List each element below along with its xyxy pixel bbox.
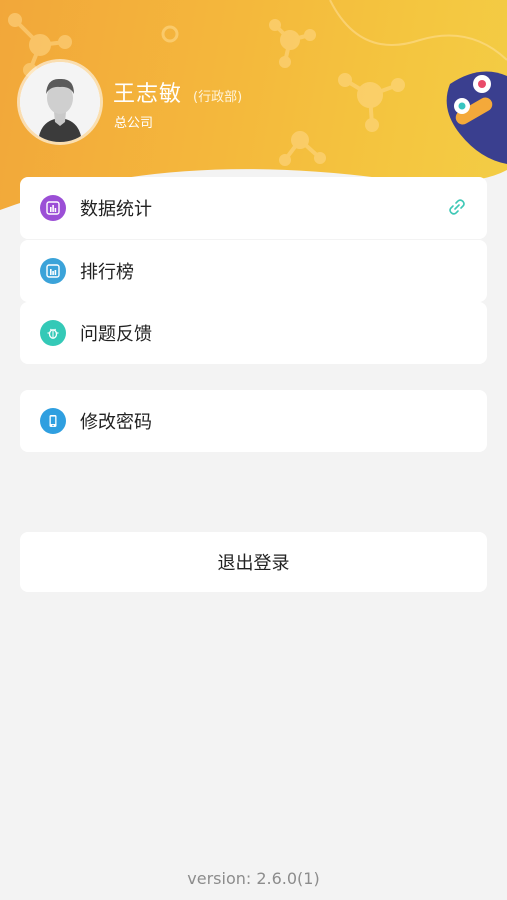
menu-item-ranking[interactable]: 排行榜 [20, 240, 487, 302]
ranking-icon [40, 258, 66, 284]
menu-label-statistics: 数据统计 [80, 199, 152, 220]
logout-button[interactable]: 退出登录 [20, 532, 487, 592]
avatar[interactable] [20, 62, 100, 142]
link-icon[interactable] [447, 197, 467, 217]
menu-label-feedback: 问题反馈 [80, 324, 152, 345]
bug-icon [40, 320, 66, 346]
phone-lock-icon [40, 408, 66, 434]
logout-label: 退出登录 [217, 553, 290, 574]
user-company: 总公司 [114, 116, 154, 131]
menu-item-change-password[interactable]: 修改密码 [20, 390, 487, 452]
version-text: version: 2.6.0(1) [187, 869, 320, 888]
menu-label-change-password: 修改密码 [80, 412, 152, 433]
user-department: (行政部) [193, 90, 243, 105]
menu-item-statistics[interactable]: 数据统计 [20, 177, 487, 239]
menu-item-feedback[interactable]: 问题反馈 [20, 302, 487, 364]
user-name: 王志敏 [113, 82, 183, 107]
person-avatar-icon [20, 62, 100, 142]
bar-chart-icon [40, 195, 66, 221]
mascot-icon [446, 71, 507, 164]
menu-label-ranking: 排行榜 [80, 262, 134, 283]
